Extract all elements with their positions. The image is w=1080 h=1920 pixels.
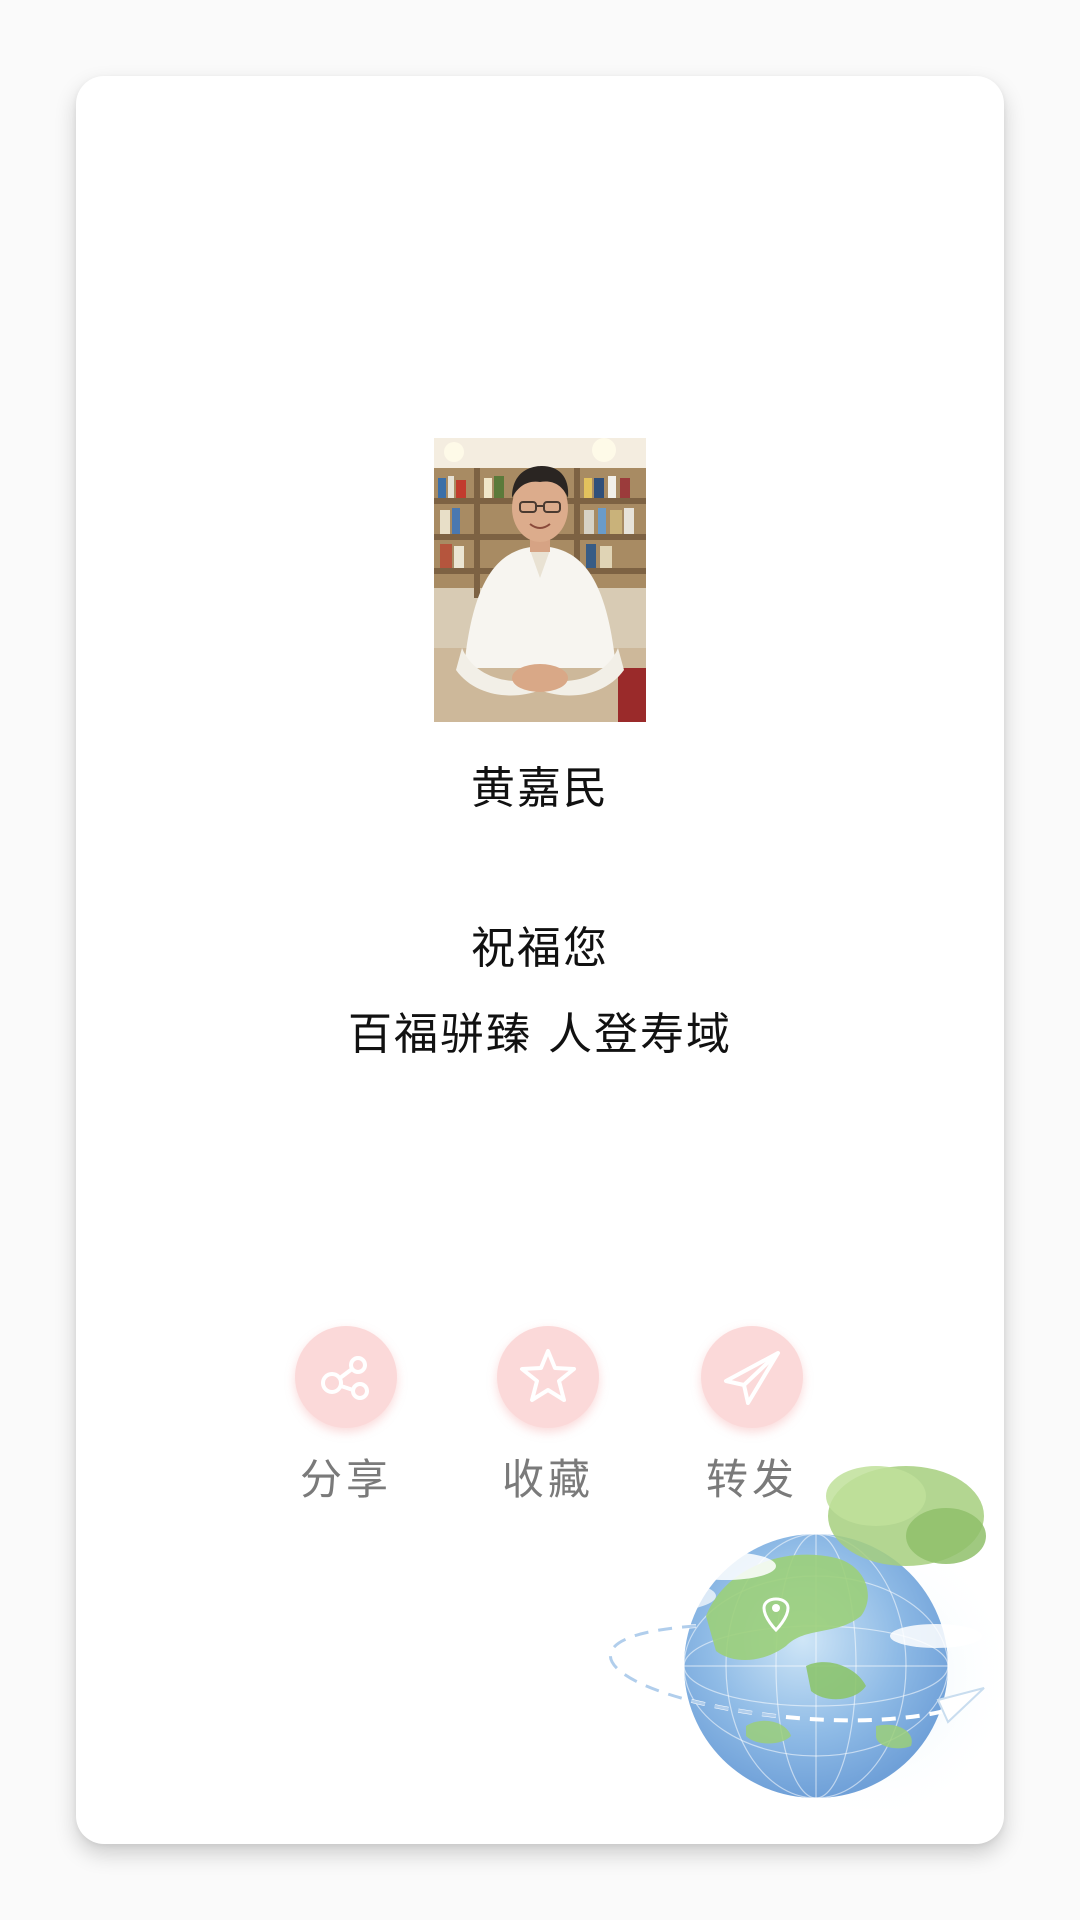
profile-photo <box>434 438 646 722</box>
share-button[interactable]: 分享 <box>276 1326 416 1507</box>
greeting-card: 黄嘉民 祝福您 百福骈臻 人登寿域 分享 收藏 转发 <box>76 76 1004 1844</box>
favorite-button[interactable]: 收藏 <box>478 1326 618 1507</box>
person-name: 黄嘉民 <box>471 763 609 814</box>
share-icon <box>295 1326 397 1428</box>
forward-label: 转发 <box>705 1455 798 1504</box>
forward-button[interactable]: 转发 <box>682 1326 822 1507</box>
favorite-label: 收藏 <box>501 1455 594 1504</box>
blessing-title: 祝福您 <box>471 923 609 974</box>
share-label: 分享 <box>299 1455 392 1504</box>
paper-plane-icon <box>701 1326 803 1428</box>
action-bar: 分享 收藏 转发 <box>76 1326 1004 1526</box>
star-icon <box>497 1326 599 1428</box>
blessing-text: 百福骈臻 人登寿域 <box>348 1009 732 1060</box>
